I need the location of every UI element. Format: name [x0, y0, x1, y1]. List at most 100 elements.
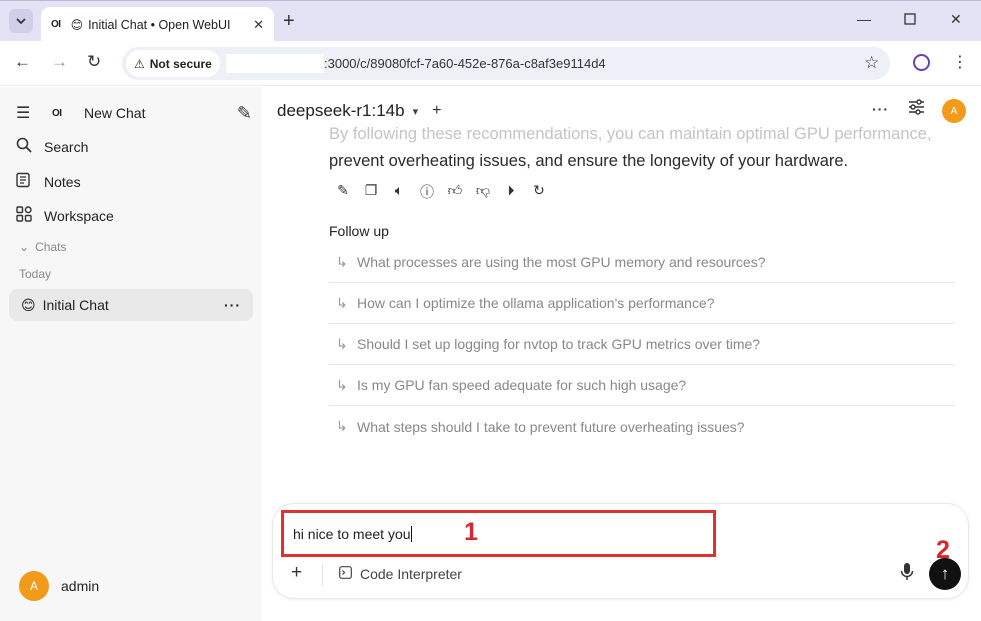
browser-tab[interactable]: OI 😊 Initial Chat • Open WebUI ✕ — [41, 7, 274, 42]
arrow-left-icon: ← — [14, 52, 31, 71]
model-name: deepseek-r1:14b — [277, 101, 405, 120]
more-icon[interactable]: ··· — [224, 297, 241, 313]
copy-icon[interactable]: ❐ — [363, 182, 379, 202]
chevron-down-icon: ⌄ — [19, 240, 30, 254]
close-window-button[interactable]: ✕ — [950, 11, 962, 28]
chats-label: Chats — [35, 240, 67, 254]
avatar[interactable]: A — [942, 99, 966, 123]
followup-list: ↳ What processes are using the most GPU m… — [329, 242, 955, 447]
thumbs-up-icon[interactable]: 👍︎ — [447, 182, 463, 202]
reply-arrow-icon: ↳ — [336, 376, 348, 393]
sidebar-item-workspace[interactable]: Workspace — [16, 206, 114, 226]
today-label: Today — [19, 267, 52, 281]
reload-icon: ↻ — [87, 52, 102, 71]
new-tab-button[interactable]: + — [283, 10, 295, 33]
sidebar-item-search[interactable]: Search — [16, 137, 88, 157]
close-icon: ✕ — [253, 16, 264, 32]
address-bar[interactable]: ⚠ Not secure :3000/c/89080fcf-7a60-452e-… — [122, 47, 890, 80]
reload-button[interactable]: ↻ — [87, 52, 101, 72]
microphone-button[interactable] — [900, 562, 914, 587]
sidebar-chat-item[interactable]: 😊 Initial Chat ··· — [9, 289, 253, 321]
bookmark-button[interactable]: ☆ — [864, 53, 879, 73]
star-icon: ☆ — [864, 53, 880, 72]
code-interpreter-label: Code Interpreter — [360, 566, 462, 582]
code-interpreter-toggle[interactable]: Code Interpreter — [339, 566, 462, 582]
warning-icon: ⚠ — [134, 56, 145, 71]
sidebar: ☰ OI New Chat ✎ Search Notes Workspace ⌄… — [0, 87, 261, 621]
tab-menu-button[interactable] — [9, 9, 33, 33]
url-redacted — [226, 54, 324, 73]
arrow-right-icon: → — [51, 52, 68, 71]
avatar: A — [19, 571, 49, 601]
security-chip[interactable]: ⚠ Not secure — [126, 50, 220, 77]
followup-text: Should I set up logging for nvtop to tra… — [357, 336, 761, 352]
user-menu[interactable]: A admin — [19, 571, 99, 601]
search-icon — [16, 137, 44, 157]
sidebar-item-notes[interactable]: Notes — [16, 172, 81, 192]
followup-text: How can I optimize the ollama applicatio… — [357, 295, 715, 311]
edit-icon[interactable]: ✎ — [335, 182, 351, 202]
maximize-icon — [904, 13, 916, 25]
followup-item[interactable]: ↳ How can I optimize the ollama applicati… — [329, 283, 955, 324]
reply-arrow-icon: ↳ — [336, 335, 348, 352]
plus-icon: + — [283, 10, 295, 32]
reply-arrow-icon: ↳ — [336, 253, 348, 270]
new-chat-button[interactable]: New Chat — [84, 105, 237, 121]
reply-arrow-icon: ↳ — [336, 294, 348, 311]
back-button[interactable]: ← — [14, 52, 31, 72]
maximize-button[interactable] — [904, 12, 916, 28]
sidebar-header: ☰ OI New Chat ✎ — [16, 103, 252, 123]
assistant-message-faded: By following these recommendations, you … — [329, 125, 932, 143]
edit-icon[interactable]: ✎ — [237, 103, 252, 124]
profile-icon[interactable] — [913, 54, 930, 71]
menu-icon[interactable]: ☰ — [16, 103, 52, 123]
settings-sliders-icon[interactable] — [908, 99, 925, 120]
chat-main: deepseek-r1:14b ▾ + ··· A By following t… — [261, 87, 981, 621]
close-tab-button[interactable]: ✕ — [253, 17, 264, 33]
tab-title: Initial Chat • Open WebUI — [88, 17, 231, 32]
url-text: :3000/c/89080fcf-7a60-452e-876a-c8af3e91… — [324, 56, 606, 71]
workspace-icon — [16, 206, 44, 226]
message-actions: ✎ ❐ 🔈︎ ⓘ 👍︎ 👎︎ ⏵ ↻ — [335, 182, 547, 202]
openwebui-logo: OI — [52, 107, 62, 119]
info-icon[interactable]: ⓘ — [419, 182, 435, 202]
chat-title: Initial Chat — [42, 297, 109, 313]
sidebar-item-label: Workspace — [44, 208, 114, 224]
browser-toolbar: ← → ↻ ⚠ Not secure :3000/c/89080fcf-7a60… — [0, 41, 981, 86]
chats-section-header[interactable]: ⌄ Chats — [19, 240, 66, 254]
chevron-down-icon — [16, 18, 26, 25]
regenerate-icon[interactable]: ↻ — [531, 182, 547, 202]
sidebar-item-label: Search — [44, 139, 89, 155]
forward-button[interactable]: → — [51, 52, 68, 72]
more-icon[interactable]: ··· — [872, 101, 889, 117]
chat-input-value: hi nice to meet you — [293, 526, 411, 542]
followup-item[interactable]: ↳ Is my GPU fan speed adequate for such h… — [329, 365, 955, 406]
chat-input[interactable]: hi nice to meet you — [293, 526, 693, 542]
model-selector[interactable]: deepseek-r1:14b ▾ + — [277, 101, 441, 121]
sidebar-item-label: Notes — [44, 174, 81, 190]
followup-item[interactable]: ↳ What steps should I take to prevent fut… — [329, 406, 955, 447]
add-model-button[interactable]: + — [432, 102, 441, 120]
add-attachment-button[interactable]: + — [291, 562, 302, 584]
browser-menu-button[interactable]: ⋮ — [952, 52, 968, 72]
followup-text: Is my GPU fan speed adequate for such hi… — [357, 377, 687, 393]
kebab-menu-icon: ⋮ — [952, 54, 968, 71]
user-name: admin — [61, 578, 100, 594]
send-button[interactable]: ↑ — [929, 558, 961, 590]
thumbs-down-icon[interactable]: 👎︎ — [475, 182, 491, 202]
highlight-box: hi nice to meet you — [281, 510, 716, 557]
browser-tabbar: OI 😊 Initial Chat • Open WebUI ✕ + — ✕ — [0, 0, 981, 42]
minimize-icon: — — [857, 11, 871, 27]
annotation-1: 1 — [464, 518, 478, 546]
speaker-icon[interactable]: 🔈︎ — [391, 182, 407, 202]
followup-item[interactable]: ↳ What processes are using the most GPU m… — [329, 242, 955, 283]
message-composer: hi nice to meet you 1 + Code Interpreter… — [272, 503, 969, 599]
minimize-button[interactable]: — — [857, 11, 871, 27]
chevron-down-icon: ▾ — [412, 105, 419, 118]
reply-arrow-icon: ↳ — [336, 418, 348, 434]
followup-item[interactable]: ↳ Should I set up logging for nvtop to tr… — [329, 324, 955, 365]
text-cursor — [410, 526, 412, 542]
play-icon[interactable]: ⏵ — [503, 182, 519, 202]
arrow-up-icon: ↑ — [940, 564, 950, 583]
divider — [322, 564, 323, 586]
